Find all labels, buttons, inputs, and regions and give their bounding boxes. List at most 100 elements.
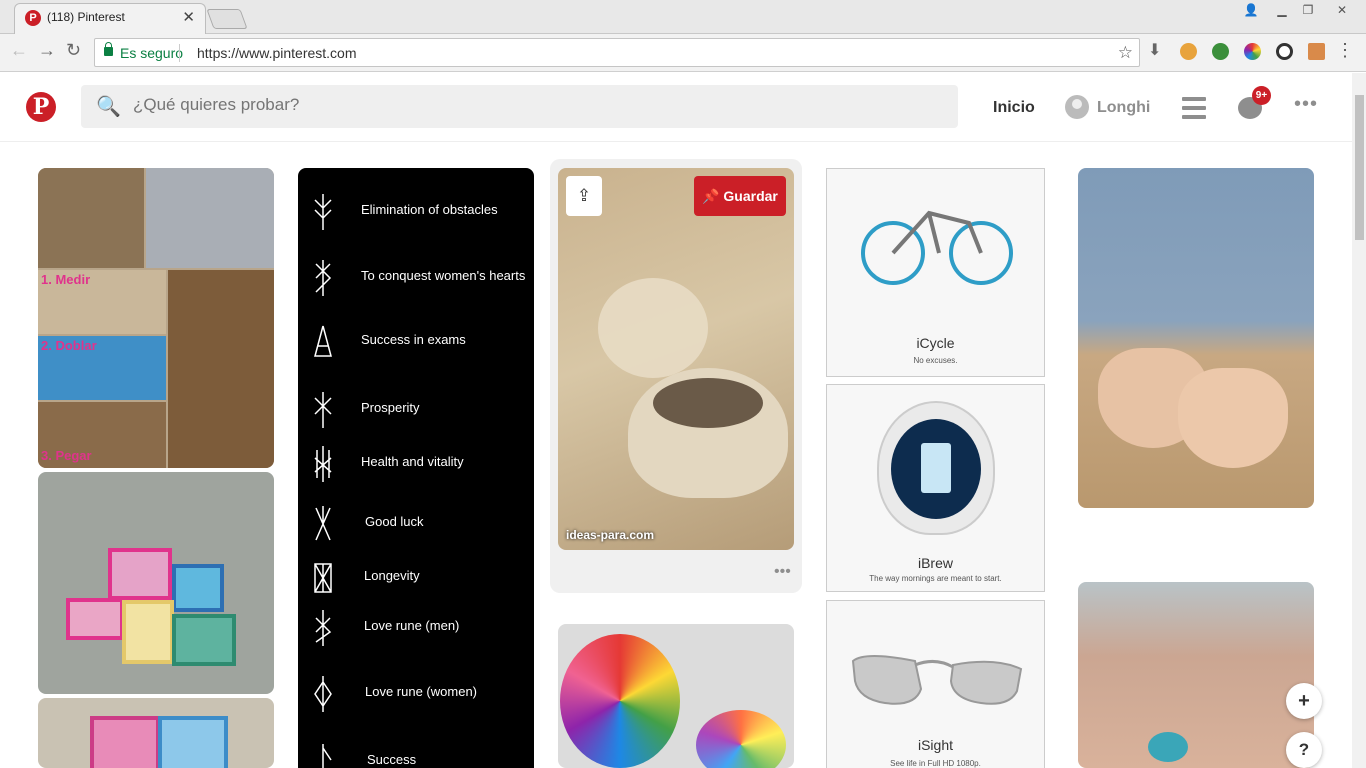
rune-row: To conquest women's hearts xyxy=(298,258,534,308)
pinterest-favicon-icon: P xyxy=(25,10,41,26)
rune-label: Love rune (men) xyxy=(364,618,460,633)
menu-icon[interactable] xyxy=(1182,97,1206,119)
pin-image xyxy=(653,378,763,428)
pin-image xyxy=(108,548,172,600)
reload-icon[interactable]: ↻ xyxy=(66,40,81,61)
extension-palette-icon[interactable] xyxy=(1212,43,1229,60)
browser-toolbar: ← → ↻ Es seguro https://www.pinterest.co… xyxy=(0,34,1366,72)
step-label: 1. Medir xyxy=(41,272,91,287)
back-icon[interactable]: ← xyxy=(10,40,28,61)
product-name: iBrew xyxy=(917,555,953,571)
browser-menu-icon[interactable]: ⋮ xyxy=(1336,40,1354,61)
rune-row: Prosperity xyxy=(298,390,534,440)
pin-shoe-ottoman[interactable]: ⇪ 📌 Guardar ideas-para.com xyxy=(558,168,794,550)
bookmark-star-icon[interactable]: ☆ xyxy=(1118,43,1133,63)
scrollbar-thumb[interactable] xyxy=(1355,95,1364,240)
rune-row: Health and vitality xyxy=(298,444,534,494)
nav-profile[interactable]: Longhi xyxy=(1097,99,1150,117)
glasses-icon xyxy=(851,655,1023,705)
step-label: 3. Pegar xyxy=(41,448,92,463)
product-name: iCycle xyxy=(916,335,955,351)
pin-icycle[interactable]: iCycle No excuses. xyxy=(826,168,1045,377)
extension-cookie-icon[interactable] xyxy=(1180,43,1197,60)
rune-icon xyxy=(314,446,332,482)
search-input[interactable] xyxy=(133,95,933,115)
tab-title: (118) Pinterest xyxy=(47,10,125,24)
rune-label: To conquest women's hearts xyxy=(361,268,526,283)
pin-image xyxy=(38,168,144,268)
rune-row: Longevity xyxy=(298,558,534,608)
rune-label: Longevity xyxy=(364,568,420,583)
pin-image xyxy=(172,614,236,666)
rune-label: Good luck xyxy=(365,514,424,529)
rune-icon xyxy=(315,506,331,541)
browser-titlebar: P (118) Pinterest ✕ 👤 ▁ ❐ ✕ xyxy=(0,0,1366,35)
rune-row: Love rune (women) xyxy=(298,674,534,724)
pinterest-logo-icon[interactable]: P xyxy=(26,92,56,122)
restore-icon[interactable]: ❐ xyxy=(1296,0,1320,20)
pin-source-link[interactable]: ideas-para.com xyxy=(566,528,654,542)
search-bar[interactable]: 🔍 xyxy=(81,85,958,128)
extension-tool-icon[interactable] xyxy=(1308,43,1325,60)
rune-icon xyxy=(315,260,332,296)
pin-image xyxy=(1178,368,1288,468)
more-options-icon[interactable]: ••• xyxy=(1294,93,1318,116)
pin-image xyxy=(598,278,708,378)
pin-fish-box[interactable] xyxy=(38,698,274,768)
share-button[interactable]: ⇪ xyxy=(566,176,602,216)
pin-runes[interactable]: Elimination of obstacles To conquest wom… xyxy=(298,168,534,768)
pin-box-wall-decor[interactable] xyxy=(38,472,274,694)
pin-image xyxy=(158,716,228,768)
lock-icon xyxy=(104,42,113,56)
pinterest-header: P 🔍 Inicio Longhi 9+ ••• xyxy=(0,73,1352,142)
pin-image xyxy=(921,443,951,493)
rune-label: Elimination of obstacles xyxy=(361,202,498,217)
bicycle-icon xyxy=(861,210,1013,285)
pin-paper-swirls[interactable] xyxy=(558,624,794,768)
window-close-icon[interactable]: ✕ xyxy=(1326,0,1358,20)
forward-icon[interactable]: → xyxy=(38,40,56,61)
pin-arm-tattoo[interactable] xyxy=(1078,582,1314,768)
address-bar[interactable]: Es seguro https://www.pinterest.com ☆ xyxy=(94,38,1140,67)
pin-image xyxy=(560,634,680,768)
nav-home[interactable]: Inicio xyxy=(993,99,1035,117)
page-scrollbar[interactable] xyxy=(1352,73,1366,768)
pin-isight[interactable]: iSight See life in Full HD 1080p. xyxy=(826,600,1045,768)
extension-sync-icon[interactable] xyxy=(1276,43,1293,60)
minimize-icon[interactable]: ▁ xyxy=(1270,0,1294,20)
pin-image xyxy=(66,598,124,640)
pin-ankle-tattoo[interactable] xyxy=(1078,168,1314,508)
profile-icon[interactable]: 👤 xyxy=(1240,0,1262,20)
pin-craft-steps[interactable]: 1. Medir 2. Doblar 3. Pegar xyxy=(38,168,274,468)
url-text[interactable]: https://www.pinterest.com xyxy=(197,45,357,61)
pin-more-icon[interactable]: ••• xyxy=(774,563,791,581)
rune-row: Good luck xyxy=(298,504,534,554)
tab-close-icon[interactable]: ✕ xyxy=(182,8,195,26)
notification-badge: 9+ xyxy=(1252,86,1271,105)
rune-label: Health and vitality xyxy=(361,454,464,469)
rune-icon xyxy=(314,194,332,230)
help-button[interactable]: ? xyxy=(1286,732,1322,768)
pin-image xyxy=(168,270,274,468)
rune-row: Elimination of obstacles xyxy=(298,192,534,242)
rune-label: Success xyxy=(367,752,417,767)
rune-icon xyxy=(322,744,332,768)
extension-color-icon[interactable] xyxy=(1244,43,1261,60)
rune-icon xyxy=(314,392,332,428)
product-tagline: The way mornings are meant to start. xyxy=(869,574,1002,583)
pin-image xyxy=(1148,732,1188,762)
download-icon[interactable]: ⬇ xyxy=(1148,40,1161,60)
browser-tab[interactable]: P (118) Pinterest ✕ xyxy=(14,3,206,35)
product-name: iSight xyxy=(917,737,954,753)
pin-image xyxy=(90,716,160,768)
pin-ibrew[interactable]: iBrew The way mornings are meant to star… xyxy=(826,384,1045,592)
rune-row: Success in exams xyxy=(298,322,534,372)
avatar[interactable] xyxy=(1065,95,1089,119)
save-button[interactable]: 📌 Guardar xyxy=(694,176,786,216)
rune-label: Success in exams xyxy=(361,332,466,347)
rune-row: Success xyxy=(298,742,534,768)
add-pin-button[interactable]: + xyxy=(1286,683,1322,719)
rune-icon xyxy=(315,610,332,646)
new-tab-button[interactable] xyxy=(206,9,248,29)
search-icon: 🔍 xyxy=(96,96,121,118)
